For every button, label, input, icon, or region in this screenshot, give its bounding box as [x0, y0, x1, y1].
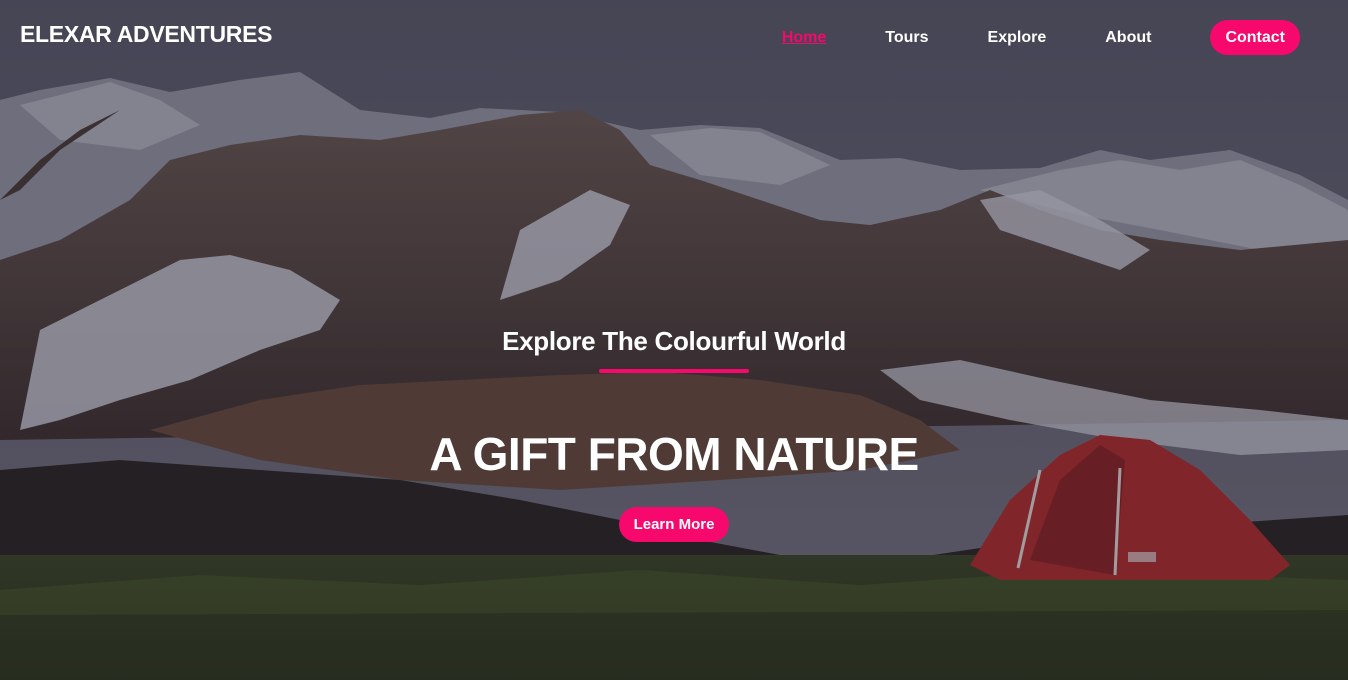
subtitle-underline: [599, 369, 749, 373]
hero-content: Explore The Colourful World A GIFT FROM …: [0, 326, 1348, 542]
learn-more-button[interactable]: Learn More: [618, 507, 730, 542]
hero-headline: A GIFT FROM NATURE: [429, 428, 919, 480]
nav-link-tours[interactable]: Tours: [885, 20, 928, 55]
hero-section: ELEXAR ADVENTURES Home Tours Explore Abo…: [0, 0, 1348, 680]
nav-link-home[interactable]: Home: [782, 20, 826, 55]
hero-subtitle: Explore The Colourful World: [502, 326, 846, 356]
contact-button[interactable]: Contact: [1210, 20, 1300, 55]
nav-link-explore[interactable]: Explore: [988, 20, 1047, 55]
top-navbar: ELEXAR ADVENTURES Home Tours Explore Abo…: [0, 0, 1348, 72]
brand-logo[interactable]: ELEXAR ADVENTURES: [20, 21, 273, 48]
nav-menu: Home Tours Explore About Contact: [723, 20, 1300, 55]
nav-link-about[interactable]: About: [1105, 20, 1151, 55]
